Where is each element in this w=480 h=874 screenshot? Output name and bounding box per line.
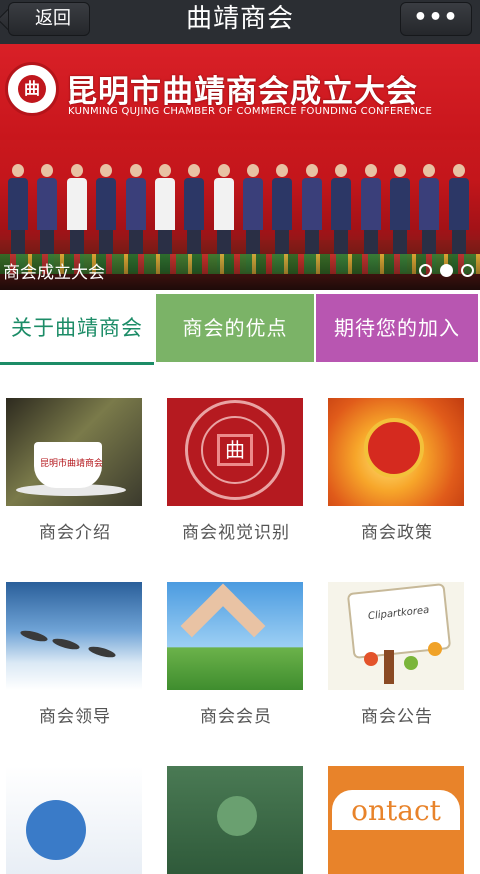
grid-item-notices[interactable]: Clipartkorea 商会公告 xyxy=(328,582,466,727)
grid-item-network[interactable] xyxy=(6,766,144,874)
chamber-logo-image: 曲 xyxy=(167,398,303,506)
grid-item-members[interactable]: 商会会员 xyxy=(167,582,305,727)
banner-caption: 商会成立大会 xyxy=(3,263,105,283)
carousel-dot-active[interactable] xyxy=(440,264,453,277)
back-button[interactable]: 返回 xyxy=(8,2,90,36)
back-button-wrap[interactable]: 返回 xyxy=(0,0,100,44)
national-emblem-image xyxy=(328,398,464,506)
tab-join[interactable]: 期待您的加入 xyxy=(316,294,478,362)
grid-item-label: 商会公告 xyxy=(361,707,433,727)
grid-item-green[interactable] xyxy=(167,766,305,874)
seal-glyph: 曲 xyxy=(18,75,46,103)
carousel-dot[interactable] xyxy=(419,264,432,277)
grid-item-visual-identity[interactable]: 曲 商会视觉识别 xyxy=(167,398,305,543)
green-abstract-image xyxy=(167,766,303,874)
tab-about[interactable]: 关于曲靖商会 xyxy=(0,294,154,365)
carousel-indicators xyxy=(411,262,474,278)
banner-subheading: KUNMING QUJING CHAMBER OF COMMERCE FOUND… xyxy=(68,106,433,117)
page-title: 曲靖商会 xyxy=(185,4,294,34)
notice-tree-image: Clipartkorea xyxy=(328,582,464,690)
grid-item-intro[interactable]: 昆明市曲靖商会 商会介绍 xyxy=(6,398,144,543)
network-globe-image xyxy=(6,766,142,874)
category-tabs: 关于曲靖商会 商会的优点 期待您的加入 xyxy=(0,294,480,366)
logo-glyph: 曲 xyxy=(217,434,253,466)
grid-item-label: 商会视觉识别 xyxy=(182,523,290,543)
grid-item-label: 商会政策 xyxy=(361,523,433,543)
top-nav-bar: 返回 曲靖商会 ••• xyxy=(0,0,480,44)
more-options-button[interactable]: ••• xyxy=(400,2,472,36)
grid-item-policy[interactable]: 商会政策 xyxy=(328,398,466,543)
flying-birds-image xyxy=(6,582,142,690)
tab-advantages[interactable]: 商会的优点 xyxy=(156,294,314,362)
grid-item-label: 商会会员 xyxy=(200,707,272,727)
contact-text: ontact xyxy=(332,790,460,830)
chamber-seal-icon: 曲 xyxy=(5,62,59,116)
grid-item-label: 商会领导 xyxy=(39,707,111,727)
banner-heading: 昆明市曲靖商会成立大会 xyxy=(66,74,418,110)
carousel-dot[interactable] xyxy=(461,264,474,277)
grid-item-label: 商会介绍 xyxy=(39,523,111,543)
cup-text: 昆明市曲靖商会 xyxy=(40,459,104,469)
hands-roof-image xyxy=(167,582,303,690)
contact-image: ontact xyxy=(328,766,464,874)
grid-item-leaders[interactable]: 商会领导 xyxy=(6,582,144,727)
coffee-cup-image: 昆明市曲靖商会 xyxy=(6,398,142,506)
grid-item-contact[interactable]: ontact xyxy=(328,766,466,874)
banner-carousel[interactable]: 曲 昆明市曲靖商会成立大会 KUNMING QUJING CHAMBER OF … xyxy=(0,44,480,290)
